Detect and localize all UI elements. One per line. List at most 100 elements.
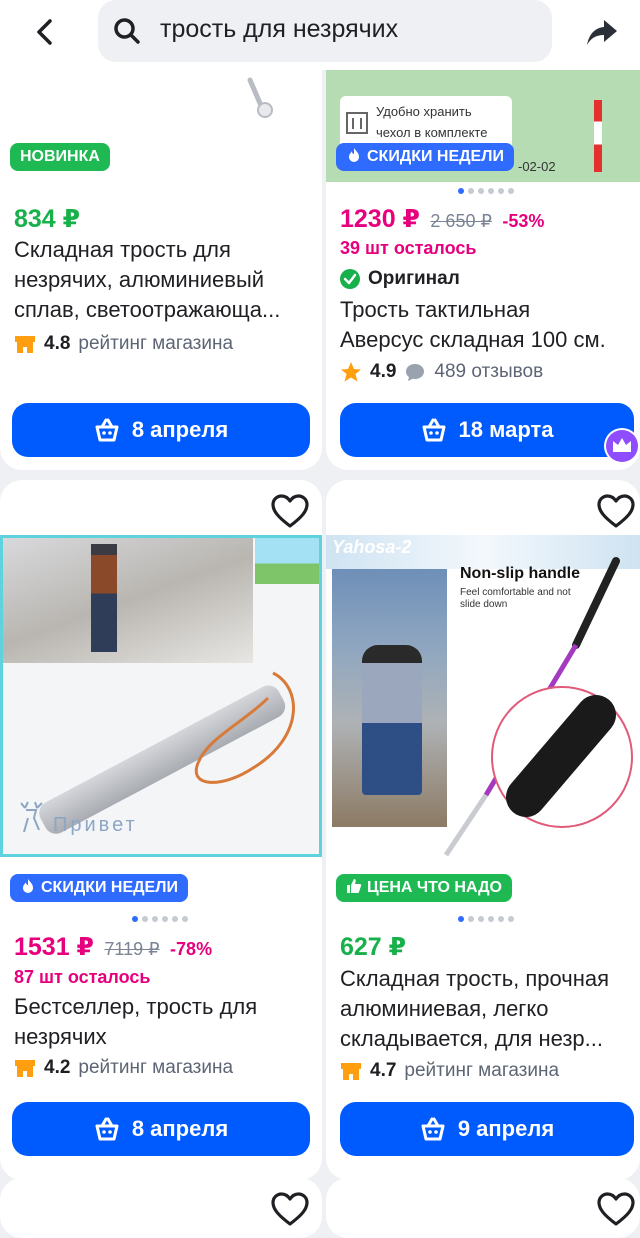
price-row: 627 ₽ xyxy=(340,932,406,962)
old-price: 7119 ₽ xyxy=(104,939,160,959)
product-card[interactable]: Привет СКИДКИ НЕДЕЛИ 1531 ₽ 7119 ₽ -78% … xyxy=(0,480,322,1180)
carousel-dot xyxy=(132,916,138,922)
title-line: сплав, светоотражающа... xyxy=(14,297,281,322)
old-price: 2 650 ₽ xyxy=(430,211,492,231)
rating-row: 4.8 рейтинг магазина xyxy=(14,333,233,355)
carousel-dot xyxy=(508,916,514,922)
carousel-dot xyxy=(142,916,148,922)
title-line: Бестселлер, трость для xyxy=(14,994,258,1019)
original-label: Оригинал xyxy=(368,268,460,289)
shop-icon xyxy=(15,336,35,353)
carousel-dot xyxy=(498,188,504,194)
badge-weekly-deals: СКИДКИ НЕДЕЛИ xyxy=(336,143,514,171)
discount: -53% xyxy=(502,211,545,231)
search-query[interactable]: трость для незрячих xyxy=(160,15,398,44)
add-to-cart-button[interactable]: 9 апреля xyxy=(340,1102,634,1156)
badge-label: СКИДКИ НЕДЕЛИ xyxy=(41,879,178,896)
carousel-dot xyxy=(478,916,484,922)
product-title[interactable]: Трость тактильная Аверсус складная 100 с… xyxy=(340,295,640,355)
favorite-button[interactable] xyxy=(596,492,636,532)
top-bar: трость для незрячих xyxy=(0,0,640,70)
rating-label: рейтинг магазина xyxy=(78,333,234,354)
discount: -78% xyxy=(170,939,213,959)
carousel-dot xyxy=(152,916,158,922)
case-icon xyxy=(346,112,368,134)
badge-label: ЦЕНА ЧТО НАДО xyxy=(367,879,502,896)
rating-value: 4.8 xyxy=(44,333,71,354)
image-carousel-dots xyxy=(458,916,514,924)
image-carousel-dots xyxy=(132,916,188,924)
badge-weekly-deals: СКИДКИ НЕДЕЛИ xyxy=(10,874,188,902)
heart-icon xyxy=(597,494,635,528)
share-button[interactable] xyxy=(584,14,620,50)
search-field[interactable]: трость для незрячих xyxy=(98,0,552,62)
rating-value: 4.7 xyxy=(370,1060,397,1081)
delivery-date: 8 апреля xyxy=(131,417,229,442)
price: 834 ₽ xyxy=(14,205,81,233)
basket-icon xyxy=(422,418,446,442)
favorite-button[interactable] xyxy=(270,492,310,532)
title-line: Аверсус складная 100 см. xyxy=(340,327,606,352)
image-watermark: Привет xyxy=(53,814,138,836)
shop-icon xyxy=(15,1060,35,1077)
badge-price-deal: ЦЕНА ЧТО НАДО xyxy=(336,874,512,902)
shop-icon xyxy=(341,1063,361,1080)
product-card[interactable]: Удобно хранить чехол в комплекте -02-02 … xyxy=(326,0,640,470)
fire-icon xyxy=(23,879,33,893)
price-row: 834 ₽ xyxy=(14,204,80,234)
add-to-cart-button[interactable]: 8 апреля xyxy=(12,1102,310,1156)
image-text: Удобно хранить xyxy=(376,104,472,119)
deer-icon xyxy=(20,801,43,833)
carousel-dot xyxy=(172,916,178,922)
image-carousel-dots xyxy=(458,188,514,196)
product-image[interactable]: Привет xyxy=(0,535,322,857)
share-icon xyxy=(587,20,617,45)
price: 1230 ₽ xyxy=(340,205,420,233)
carousel-dot xyxy=(498,916,504,922)
search-icon xyxy=(114,18,140,44)
title-line: Трость тактильная xyxy=(340,297,531,322)
product-title[interactable]: Складная трость для незрячих, алюминиевы… xyxy=(14,235,304,325)
image-text: чехол в комплекте xyxy=(376,125,488,140)
stock-left: 39 шт осталось xyxy=(340,238,477,258)
carousel-dot xyxy=(468,188,474,194)
product-card[interactable] xyxy=(326,1178,640,1238)
crown-icon xyxy=(606,430,638,462)
stock-left: 87 шт осталось xyxy=(14,967,151,987)
favorite-button[interactable] xyxy=(270,1190,310,1230)
rating-label: рейтинг магазина xyxy=(78,1057,234,1078)
strap-drawing xyxy=(194,671,295,784)
price: 1531 ₽ xyxy=(14,933,94,961)
title-line: алюминиевая, легко xyxy=(340,996,549,1021)
premium-icon-wrap[interactable] xyxy=(604,428,640,464)
badge-new: НОВИНКА xyxy=(10,143,110,171)
carousel-dot xyxy=(182,916,188,922)
delivery-date: 18 марта xyxy=(458,417,554,442)
check-icon xyxy=(340,269,360,289)
add-to-cart-button[interactable]: 8 апреля xyxy=(12,403,310,457)
rating-row: 4.2 рейтинг магазина xyxy=(14,1057,233,1079)
carousel-dot xyxy=(458,188,464,194)
price-row: 1531 ₽ 7119 ₽ -78% xyxy=(14,932,212,962)
cane-segment xyxy=(594,100,602,172)
rating-value: 4.9 xyxy=(370,361,397,382)
add-to-cart-button[interactable]: 18 марта xyxy=(340,403,634,457)
carousel-dot xyxy=(458,916,464,922)
carousel-dot xyxy=(488,188,494,194)
rating-value: 4.2 xyxy=(44,1057,71,1078)
product-card[interactable]: НОВИНКА 834 ₽ Складная трость для незряч… xyxy=(0,0,322,470)
chevron-left-icon xyxy=(37,19,52,45)
product-title[interactable]: Бестселлер, трость для незрячих xyxy=(14,992,304,1052)
product-card[interactable]: Yahosa-2 Non-slip handle Feel comfortabl… xyxy=(326,480,640,1180)
product-image[interactable]: Yahosa-2 Non-slip handle Feel comfortabl… xyxy=(326,535,640,857)
star-icon xyxy=(341,362,361,382)
carousel-dot xyxy=(508,188,514,194)
product-card[interactable] xyxy=(0,1178,322,1238)
heart-icon xyxy=(597,1192,635,1226)
thumbs-up-icon xyxy=(347,879,362,893)
product-title[interactable]: Складная трость, прочная алюминиевая, ле… xyxy=(340,964,640,1054)
back-button[interactable] xyxy=(28,14,64,50)
favorite-button[interactable] xyxy=(596,1190,636,1230)
title-line: Складная трость для xyxy=(14,237,231,262)
price-row: 1230 ₽ 2 650 ₽ -53% xyxy=(340,204,544,234)
